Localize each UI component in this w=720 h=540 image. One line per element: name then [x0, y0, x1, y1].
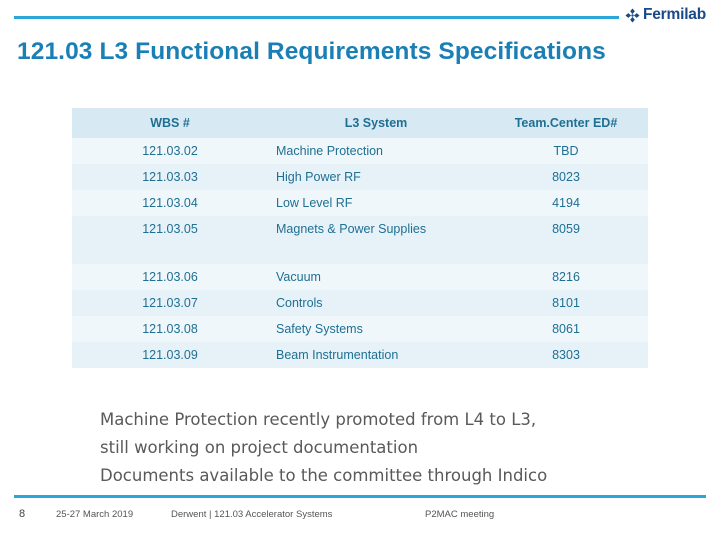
cell-wbs: 121.03.06 [72, 264, 268, 290]
cell-system: High Power RF [268, 164, 484, 190]
column-header-wbs: WBS # [72, 108, 268, 138]
cell-system: Low Level RF [268, 190, 484, 216]
slide-footer: 8 25-27 March 2019 Derwent | 121.03 Acce… [16, 508, 706, 524]
table-row: 121.03.07 Controls 8101 [72, 290, 648, 316]
cell-ed: TBD [484, 138, 648, 164]
table-row: 121.03.03 High Power RF 8023 [72, 164, 648, 190]
footer-subject: Derwent | 121.03 Accelerator Systems [171, 509, 333, 520]
note-line: still working on project documentation [100, 438, 419, 457]
cell-system: Vacuum [268, 264, 484, 290]
cell-system: Controls [268, 290, 484, 316]
cell-wbs: 121.03.05 [72, 216, 268, 264]
table-header-row: WBS # L3 System Team.Center ED# [72, 108, 648, 138]
cell-ed: 8023 [484, 164, 648, 190]
cell-system: Magnets & Power Supplies [268, 216, 484, 264]
column-header-system: L3 System [268, 108, 484, 138]
cell-ed: 8101 [484, 290, 648, 316]
cell-ed: 8303 [484, 342, 648, 368]
fermilab-logo: Fermilab [618, 4, 706, 26]
cell-ed: 8216 [484, 264, 648, 290]
cell-ed: 4194 [484, 190, 648, 216]
l3-systems-table: WBS # L3 System Team.Center ED# 121.03.0… [72, 108, 648, 368]
fermilab-logo-icon [625, 7, 640, 23]
notes-block: Machine Protection recently promoted fro… [100, 406, 680, 490]
cell-wbs: 121.03.09 [72, 342, 268, 368]
bottom-divider [14, 495, 706, 498]
table-row: 121.03.09 Beam Instrumentation 8303 [72, 342, 648, 368]
cell-wbs: 121.03.07 [72, 290, 268, 316]
table-row: 121.03.06 Vacuum 8216 [72, 264, 648, 290]
cell-wbs: 121.03.02 [72, 138, 268, 164]
cell-system: Beam Instrumentation [268, 342, 484, 368]
top-divider [14, 16, 706, 19]
table-row: 121.03.04 Low Level RF 4194 [72, 190, 648, 216]
table-row: 121.03.02 Machine Protection TBD [72, 138, 648, 164]
cell-wbs: 121.03.04 [72, 190, 268, 216]
note-line: Machine Protection recently promoted fro… [100, 410, 537, 429]
cell-wbs: 121.03.08 [72, 316, 268, 342]
cell-wbs: 121.03.03 [72, 164, 268, 190]
cell-system: Safety Systems [268, 316, 484, 342]
cell-ed: 8061 [484, 316, 648, 342]
footer-meeting: P2MAC meeting [425, 509, 495, 520]
cell-ed: 8059 [484, 216, 648, 264]
cell-system: Machine Protection [268, 138, 484, 164]
note-line: Documents available to the committee thr… [100, 466, 548, 485]
fermilab-logo-text: Fermilab [642, 6, 706, 23]
slide: Fermilab 121.03 L3 Functional Requiremen… [0, 0, 720, 540]
column-header-ed: Team.Center ED# [484, 108, 648, 138]
table-row: 121.03.05 Magnets & Power Supplies 8059 [72, 216, 648, 264]
page-number: 8 [19, 508, 26, 520]
page-title: 121.03 L3 Functional Requirements Specif… [17, 38, 606, 65]
table-row: 121.03.08 Safety Systems 8061 [72, 316, 648, 342]
footer-date: 25-27 March 2019 [56, 509, 134, 520]
